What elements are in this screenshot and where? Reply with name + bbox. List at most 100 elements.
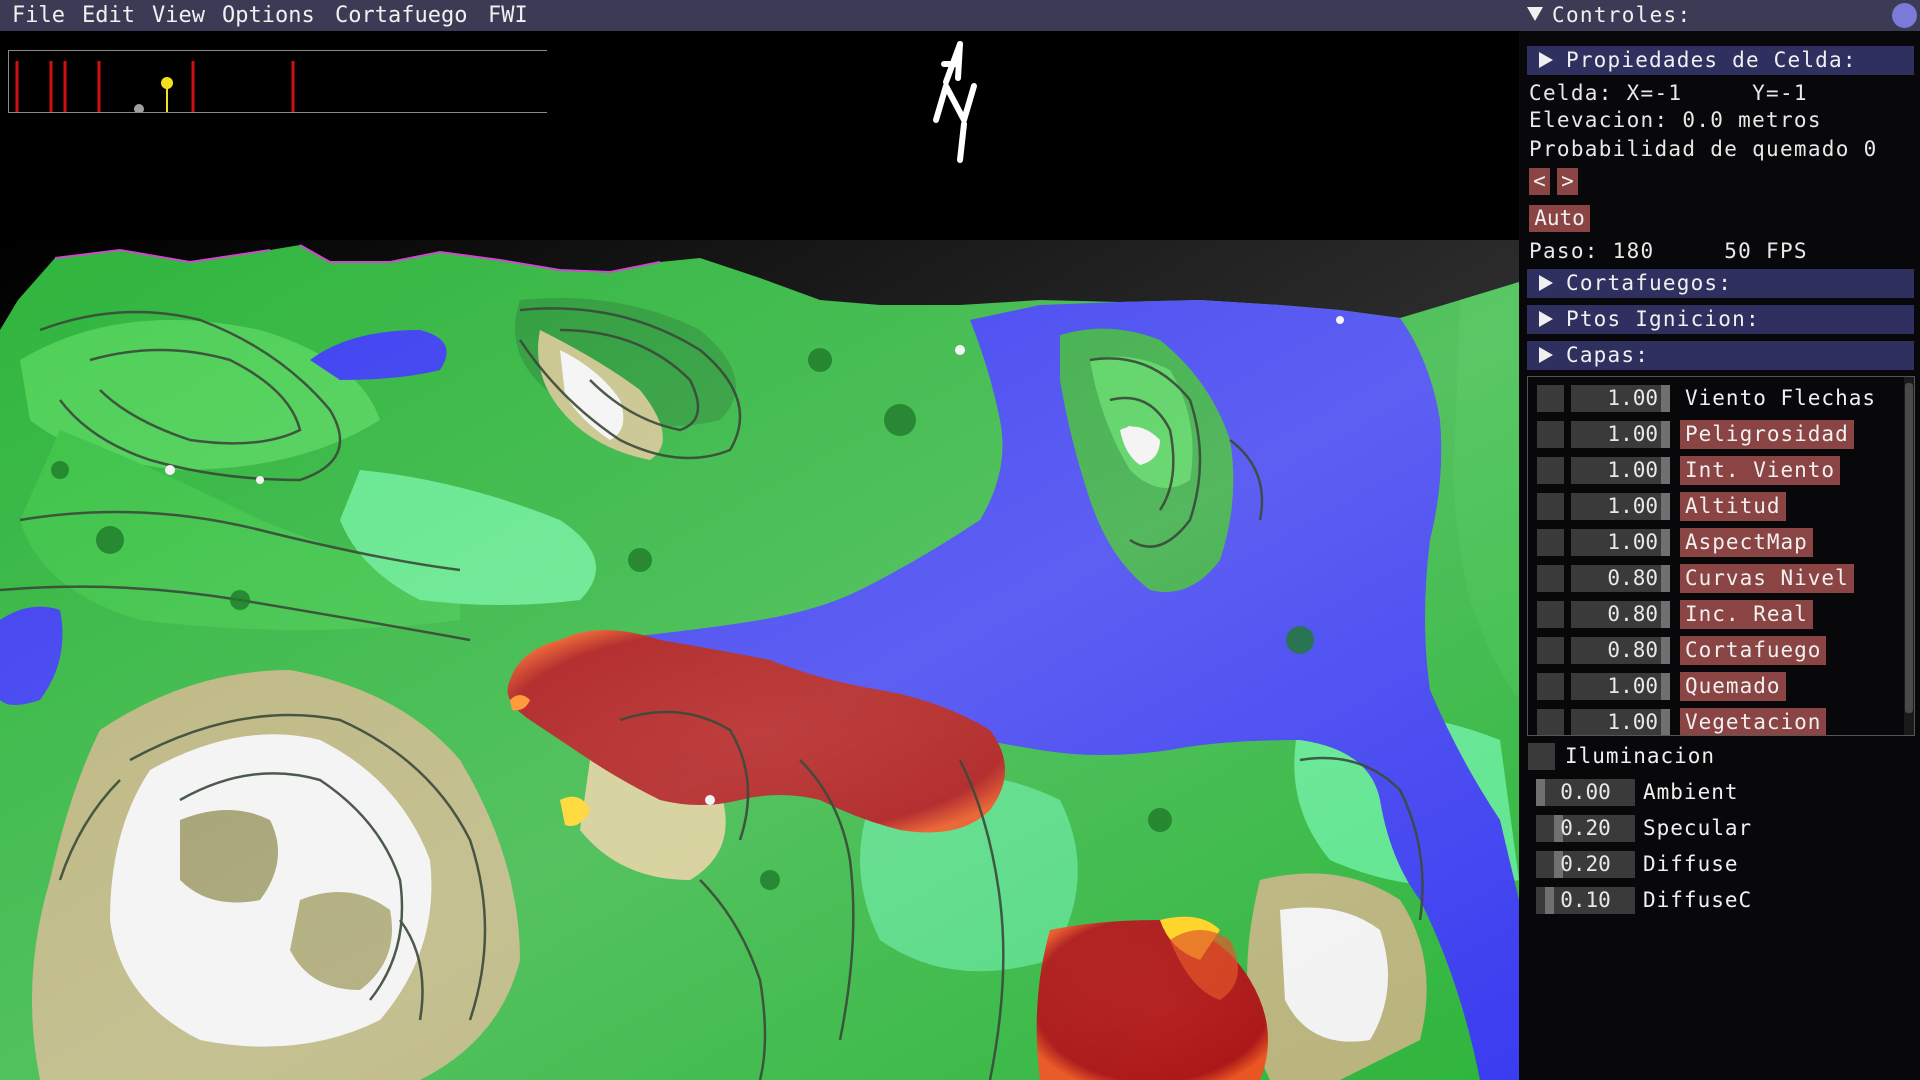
- menu-options[interactable]: Options: [222, 2, 315, 29]
- diffuse-value: 0.20: [1560, 852, 1611, 876]
- burn-probability: Probabilidad de quemado 0: [1529, 137, 1878, 161]
- slider-grab[interactable]: [1661, 601, 1670, 628]
- firebreaks-header[interactable]: Cortafuegos:: [1527, 269, 1914, 298]
- layer-name: Peligrosidad: [1680, 420, 1854, 449]
- slider-grab[interactable]: [1661, 529, 1670, 556]
- layer-opacity-slider[interactable]: 0.80: [1571, 601, 1670, 628]
- layer-name: Cortafuego: [1680, 636, 1827, 665]
- diffusec-slider[interactable]: 0.10: [1536, 887, 1635, 914]
- layer-opacity-slider[interactable]: 1.00: [1571, 385, 1670, 412]
- menu-edit[interactable]: Edit: [82, 2, 135, 29]
- controls-titlebar[interactable]: Controles:: [1519, 0, 1920, 31]
- lighting-param-row: 0.20 Diffuse: [1527, 848, 1907, 880]
- layer-opacity-value: 1.00: [1607, 422, 1658, 446]
- layer-checkbox[interactable]: [1537, 709, 1564, 735]
- menu-view[interactable]: View: [152, 2, 205, 29]
- layer-checkbox[interactable]: [1537, 637, 1564, 664]
- layers-header[interactable]: Capas:: [1527, 341, 1914, 370]
- diffuse-label: Diffuse: [1643, 852, 1739, 876]
- ignition-points-label: Ptos Ignicion:: [1566, 307, 1760, 331]
- layer-row: 1.00 Viento Flechas: [1528, 382, 1888, 414]
- layer-name: Viento Flechas: [1685, 386, 1877, 410]
- north-arrow-icon: [933, 41, 977, 163]
- specular-value: 0.20: [1560, 816, 1611, 840]
- layer-name: Quemado: [1680, 672, 1786, 701]
- ignition-points-header[interactable]: Ptos Ignicion:: [1527, 305, 1914, 334]
- ambient-label: Ambient: [1643, 780, 1739, 804]
- next-step-button[interactable]: >: [1557, 168, 1578, 195]
- ambient-slider[interactable]: 0.00: [1536, 779, 1635, 806]
- cell-properties-header[interactable]: Propiedades de Celda:: [1527, 46, 1914, 75]
- auto-button[interactable]: Auto: [1529, 205, 1590, 232]
- timeline-strip[interactable]: [8, 50, 547, 114]
- scrollbar-thumb[interactable]: [1905, 383, 1913, 713]
- collapse-arrow-icon: [1539, 275, 1553, 291]
- lighting-label: Iluminacion: [1565, 744, 1716, 768]
- layer-name: Inc. Real: [1680, 600, 1813, 629]
- diffuse-slider[interactable]: 0.20: [1536, 851, 1635, 878]
- layer-opacity-value: 1.00: [1607, 674, 1658, 698]
- step-fps-readout: Paso: 180 50 FPS: [1529, 239, 1808, 263]
- slider-grab[interactable]: [1661, 673, 1670, 700]
- layer-opacity-value: 0.80: [1607, 602, 1658, 626]
- slider-grab[interactable]: [1661, 457, 1670, 484]
- ambient-value: 0.00: [1560, 780, 1611, 804]
- layer-checkbox[interactable]: [1537, 529, 1564, 556]
- menu-fwi[interactable]: FWI: [488, 2, 528, 29]
- layer-checkbox[interactable]: [1537, 673, 1564, 700]
- specular-label: Specular: [1643, 816, 1753, 840]
- lighting-checkbox[interactable]: [1528, 743, 1555, 770]
- layer-opacity-value: 0.80: [1607, 566, 1658, 590]
- timeline-markers: [15, 61, 295, 114]
- layer-checkbox[interactable]: [1537, 385, 1564, 412]
- lighting-param-row: 0.20 Specular: [1527, 812, 1907, 844]
- slider-grab[interactable]: [1661, 493, 1670, 520]
- menu-file[interactable]: File: [12, 2, 65, 29]
- layer-row: 1.00 AspectMap: [1528, 526, 1888, 558]
- layer-checkbox[interactable]: [1537, 457, 1564, 484]
- diffusec-label: DiffuseC: [1643, 888, 1753, 912]
- layer-opacity-value: 1.00: [1607, 386, 1658, 410]
- layer-checkbox[interactable]: [1537, 601, 1564, 628]
- slider-grab[interactable]: [1661, 565, 1670, 592]
- collapse-triangle-icon[interactable]: [1527, 7, 1543, 21]
- layer-opacity-slider[interactable]: 0.80: [1571, 637, 1670, 664]
- lighting-param-row: 0.00 Ambient: [1527, 776, 1907, 808]
- layer-row: 0.80 Inc. Real: [1528, 598, 1888, 630]
- layers-list[interactable]: 1.00 Viento Flechas 1.00 Peligrosidad 1.…: [1527, 376, 1915, 736]
- slider-grab[interactable]: [1661, 421, 1670, 448]
- lighting-param-row: 0.10 DiffuseC: [1527, 884, 1907, 916]
- layer-opacity-slider[interactable]: 0.80: [1571, 565, 1670, 592]
- layer-row: 1.00 Altitud: [1528, 490, 1888, 522]
- layer-opacity-slider[interactable]: 1.00: [1571, 421, 1670, 448]
- layer-opacity-slider[interactable]: 1.00: [1571, 673, 1670, 700]
- layer-checkbox[interactable]: [1537, 421, 1564, 448]
- prev-step-button[interactable]: <: [1529, 168, 1550, 195]
- layer-row: 1.00 Peligrosidad: [1528, 418, 1888, 450]
- layer-opacity-value: 0.80: [1607, 638, 1658, 662]
- layer-name: Int. Viento: [1680, 456, 1841, 485]
- slider-grab[interactable]: [1661, 709, 1670, 735]
- layer-opacity-value: 1.00: [1607, 530, 1658, 554]
- layer-opacity-slider[interactable]: 1.00: [1571, 457, 1670, 484]
- layer-checkbox[interactable]: [1537, 565, 1564, 592]
- slider-grab[interactable]: [1661, 385, 1670, 412]
- specular-slider[interactable]: 0.20: [1536, 815, 1635, 842]
- layers-label: Capas:: [1566, 343, 1650, 367]
- layer-row: 1.00 Quemado: [1528, 670, 1888, 702]
- layer-opacity-slider[interactable]: 1.00: [1571, 709, 1670, 735]
- layer-name: AspectMap: [1680, 528, 1813, 557]
- layer-opacity-slider[interactable]: 1.00: [1571, 529, 1670, 556]
- cell-properties-label: Propiedades de Celda:: [1566, 48, 1857, 72]
- layer-checkbox[interactable]: [1537, 493, 1564, 520]
- close-circle-icon[interactable]: [1892, 3, 1917, 28]
- layer-name: Altitud: [1680, 492, 1786, 521]
- layers-scrollbar[interactable]: [1904, 377, 1914, 735]
- layer-row: 0.80 Cortafuego: [1528, 634, 1888, 666]
- menu-cortafuego[interactable]: Cortafuego: [335, 2, 467, 29]
- layer-name: Curvas Nivel: [1680, 564, 1854, 593]
- collapse-arrow-icon: [1539, 311, 1553, 327]
- controls-title: Controles:: [1552, 3, 1692, 27]
- layer-opacity-slider[interactable]: 1.00: [1571, 493, 1670, 520]
- slider-grab[interactable]: [1661, 637, 1670, 664]
